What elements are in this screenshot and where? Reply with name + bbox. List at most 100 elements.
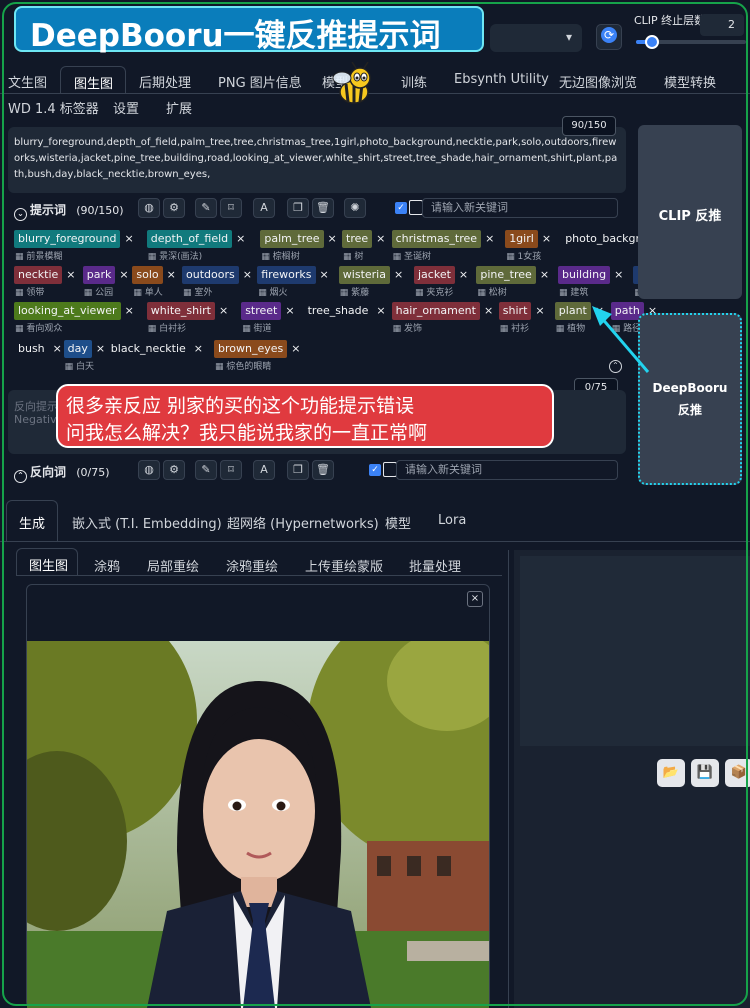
tag-remove-icon[interactable]: × [484,302,493,320]
save-icon[interactable]: 💾 [691,759,719,787]
tag-label[interactable]: jacket [414,266,455,284]
copy-icon[interactable]: ❐ [287,460,309,480]
tag-label[interactable]: tree [342,230,373,248]
prompt-tag[interactable]: fireworks × [257,266,329,284]
tag-label[interactable]: solo [132,266,163,284]
tag-label[interactable]: shirt [498,302,532,320]
tag-remove-icon[interactable]: × [459,266,468,284]
subtab-batch[interactable]: 批量处理 [409,556,461,575]
tag-remove-icon[interactable]: × [194,340,203,358]
tag-remove-icon[interactable]: × [243,266,252,284]
tab-settings[interactable]: 设置 [113,98,139,117]
prompt-tag[interactable]: day × [63,340,105,358]
tab-img2img[interactable]: 图生图 [60,66,126,94]
prompt-section-label[interactable]: ⌄ 提示词 (90/150) [14,201,124,221]
close-icon[interactable]: × [467,591,483,607]
prompt-tag[interactable]: jacket × [414,266,468,284]
tag-label[interactable]: brown_eyes [214,340,288,358]
prompt-tag[interactable]: bush × [14,340,62,358]
tab-extras[interactable]: 后期处理 [139,72,191,91]
tag-remove-icon[interactable]: × [236,230,245,248]
gear-icon[interactable]: ⚙ [163,460,185,480]
tab-ebsynth[interactable]: Ebsynth Utility [454,72,549,87]
tab-txt2img[interactable]: 文生图 [8,72,47,91]
bookmark-icon[interactable]: ⌑ [220,198,242,218]
tab-png-info[interactable]: PNG 图片信息 [218,72,302,91]
subtab-img2img[interactable]: 图生图 [16,548,78,576]
tag-label[interactable]: street [241,302,282,320]
tab-image-browser[interactable]: 无边图像浏览 [559,72,637,91]
tag-remove-icon[interactable]: × [124,230,133,248]
clip-skip-input[interactable]: 2 [700,14,744,36]
translate-icon[interactable]: A [253,198,275,218]
refresh-button[interactable]: ⟳ [596,24,622,50]
tag-remove-icon[interactable]: × [66,266,75,284]
tag-label[interactable]: blurry_foreground [14,230,121,248]
tag-remove-icon[interactable]: × [291,340,300,358]
tab-extensions[interactable]: 扩展 [166,98,192,117]
prompt-tag[interactable]: 1girl × [505,230,551,248]
negative-keyword-input[interactable]: 请输入新关键词 [396,460,618,480]
tab-train[interactable]: 训练 [401,72,427,91]
subtab-sketch[interactable]: 涂鸦 [94,556,120,575]
gear-icon[interactable]: ⚙ [163,198,185,218]
tag-label[interactable]: outdoors [182,266,239,284]
tag-label[interactable]: pine_tree [476,266,536,284]
prompt-tag[interactable]: palm_tree × [260,230,337,248]
tag-remove-icon[interactable]: × [376,302,385,320]
tag-label[interactable]: park [82,266,116,284]
prompt-tag[interactable]: christmas_tree × [391,230,494,248]
tag-remove-icon[interactable]: × [125,302,134,320]
checkpoint-select[interactable]: ▾ [490,24,582,52]
slider-handle[interactable] [644,35,659,49]
tab-embedding[interactable]: 嵌入式 (T.I. Embedding) [72,513,222,532]
prompt-tag[interactable]: hair_ornament × [391,302,493,320]
copy-icon[interactable]: ❐ [287,198,309,218]
tag-remove-icon[interactable]: × [219,302,228,320]
trash-icon[interactable]: 🗑 [312,460,334,480]
keyword-mode-icon[interactable] [409,200,423,215]
keyword-input[interactable]: 请输入新关键词 [422,198,618,218]
clip-skip-slider[interactable] [636,35,746,49]
keyword-checkbox[interactable]: ✓ [395,202,407,214]
negative-keyword-checkbox[interactable]: ✓ [369,464,381,476]
prompt-tag[interactable]: black_necktie × [107,340,203,358]
prompt-tag[interactable]: pine_tree × [476,266,549,284]
trash-icon[interactable]: 🗑 [312,198,334,218]
prompt-tag[interactable]: necktie × [14,266,76,284]
tag-remove-icon[interactable]: × [119,266,128,284]
prompt-tag[interactable]: shirt × [498,302,545,320]
tag-label[interactable]: depth_of_field [146,230,233,248]
prompt-tag[interactable]: depth_of_field × [146,230,245,248]
tag-remove-icon[interactable]: × [285,302,294,320]
output-gallery[interactable] [520,556,750,746]
prompt-tag[interactable]: tree_shade × [304,302,386,320]
tag-label[interactable]: wisteria [338,266,390,284]
tag-remove-icon[interactable]: × [614,266,623,284]
edit-note-icon[interactable]: ✎ [195,198,217,218]
prompt-tag[interactable]: outdoors × [182,266,252,284]
tag-remove-icon[interactable]: × [485,230,494,248]
prompt-tag[interactable]: solo × [132,266,176,284]
tag-remove-icon[interactable]: × [542,230,551,248]
globe-icon[interactable]: ◍ [138,460,160,480]
subtab-inpaint-sketch[interactable]: 涂鸦重绘 [226,556,278,575]
tag-remove-icon[interactable]: × [320,266,329,284]
tab-hypernetworks[interactable]: 超网络 (Hypernetworks) [227,513,379,532]
tag-label[interactable]: building [558,266,611,284]
prompt-tag[interactable]: wisteria × [338,266,403,284]
tag-label[interactable]: hair_ornament [391,302,480,320]
prompt-tag[interactable]: looking_at_viewer × [14,302,134,320]
globe-icon[interactable]: ◍ [138,198,160,218]
tag-label[interactable]: black_necktie [107,340,190,358]
tag-label[interactable]: christmas_tree [391,230,482,248]
subtab-inpaint-upload[interactable]: 上传重绘蒙版 [305,556,383,575]
tag-remove-icon[interactable]: × [535,302,544,320]
prompt-tag[interactable]: street × [241,302,295,320]
tag-remove-icon[interactable]: × [328,230,337,248]
tag-label[interactable]: white_shirt [146,302,215,320]
tag-remove-icon[interactable]: × [394,266,403,284]
prompt-tag[interactable]: white_shirt × [146,302,228,320]
zip-icon[interactable]: 📦 [725,759,750,787]
tag-label[interactable]: tree_shade [304,302,373,320]
